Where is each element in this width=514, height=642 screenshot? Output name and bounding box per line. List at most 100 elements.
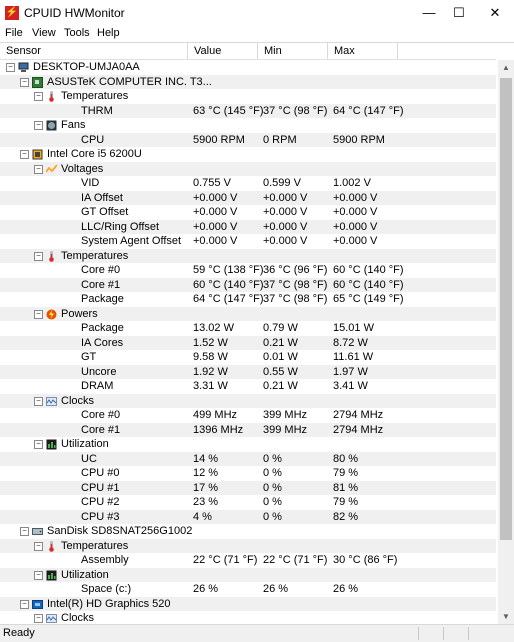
sensor-row[interactable]: Package 13.02 W 0.79 W 15.01 W [0,321,496,336]
collapse-toggle-icon[interactable]: − [6,63,15,72]
tree-node-row[interactable]: − Utilization [0,437,496,452]
collapse-toggle-icon[interactable]: − [20,599,29,609]
sensor-row[interactable]: Package 64 °C (147 °F) 37 °C (98 °F) 65 °C … [0,292,496,307]
sensor-row[interactable]: CPU 5900 RPM 0 RPM 5900 RPM [0,132,496,147]
min-cell: 0.01 W [263,351,298,363]
column-value[interactable]: Value [188,43,258,59]
utilization-icon [46,439,57,450]
tree-node-row[interactable]: − Temperatures [0,89,496,104]
tree-node-row[interactable]: − ASUSTeK COMPUTER INC. T3... [0,74,496,89]
collapse-toggle-icon[interactable]: − [34,570,43,580]
sensor-label: Core #0 [81,409,121,421]
sensor-label: GT Offset [81,206,129,218]
min-cell: 0 RPM [263,133,297,146]
tree-node-row[interactable]: − DESKTOP-UMJA0AA [0,60,496,75]
menu-tools[interactable]: Tools [64,27,90,39]
collapse-toggle-icon[interactable]: − [34,541,43,551]
sensor-row[interactable]: Uncore 1.92 W 0.55 W 1.97 W [0,364,496,379]
max-cell: 3.41 W [333,380,368,392]
sensor-row[interactable]: THRM 63 °C (145 °F) 37 °C (98 °F) 64 °C (14… [0,103,496,118]
maximize-button[interactable]: ☐ [442,0,476,26]
collapse-toggle-icon[interactable]: − [34,92,43,101]
tree-node-row[interactable]: − Fans [0,118,496,133]
sensor-row[interactable]: System Agent Offset +0.000 V +0.000 V +0.00… [0,234,496,249]
max-cell: 60 °C (140 °F) [333,278,404,291]
tree-node-row[interactable]: − Temperatures [0,248,496,263]
sensor-label: VID [81,177,100,189]
tree-node-row[interactable]: − Powers [0,306,496,321]
sensor-label: Package [81,322,124,334]
scroll-up-icon[interactable]: ▲ [498,60,514,76]
min-cell: 399 MHz [263,423,308,436]
column-min[interactable]: Min [258,43,328,59]
collapse-toggle-icon[interactable]: − [34,440,43,449]
collapse-toggle-icon[interactable]: − [34,164,43,174]
sensor-row[interactable]: GT 9.58 W 0.01 W 11.61 W [0,350,496,365]
value-cell: 1396 MHz [193,423,244,436]
column-header: Sensor Value Min Max [0,43,496,60]
sensor-label: UC [81,452,97,465]
max-cell: 65 °C (149 °F) [333,293,404,305]
sensor-row[interactable]: Assembly 22 °C (71 °F) 22 °C (71 °F) 30 °C … [0,553,496,568]
sensor-label: GT [81,351,97,363]
sensor-row[interactable]: Core #1 1396 MHz 399 MHz 2794 MHz [0,422,496,437]
close-button[interactable]: ✕ [478,0,512,26]
sensor-row[interactable]: LLC/Ring Offset +0.000 V +0.000 V +0.000 V [0,219,496,234]
sensor-row[interactable]: Core #0 499 MHz 399 MHz 2794 MHz [0,408,496,423]
sensor-label: CPU [81,133,105,146]
sensor-row[interactable]: CPU #0 12 % 0 % 79 % [0,466,496,481]
sensor-row[interactable]: CPU #3 4 % 0 % 82 % [0,509,496,524]
collapse-toggle-icon[interactable]: − [34,121,43,130]
collapse-toggle-icon[interactable]: − [34,251,43,261]
sensor-row[interactable]: GT Offset +0.000 V +0.000 V +0.000 V [0,205,496,220]
value-cell: 0.755 V [193,177,231,189]
value-cell: 13.02 W [193,322,234,334]
sensor-row[interactable]: CPU #1 17 % 0 % 81 % [0,480,496,495]
max-cell: 5900 RPM [333,133,385,146]
tree-node-row[interactable]: − Intel(R) HD Graphics 520 [0,596,496,611]
sensor-row[interactable]: UC 14 % 0 % 80 % [0,451,496,466]
menu-file[interactable]: File [5,27,23,39]
tree-node-row[interactable]: − Clocks [0,611,496,625]
scroll-thumb[interactable] [500,78,512,540]
tree-node-row[interactable]: − Voltages [0,161,496,176]
motherboard-icon [32,76,43,88]
sensor-row[interactable]: CPU #2 23 % 0 % 79 % [0,495,496,510]
collapse-toggle-icon[interactable]: − [20,527,29,536]
sensor-row[interactable]: VID 0.755 V 0.599 V 1.002 V [0,176,496,191]
sensor-row[interactable]: Core #0 59 °C (138 °F) 36 °C (96 °F) 60 °C … [0,263,496,278]
value-cell: 1.92 W [193,365,228,378]
sensor-row[interactable]: DRAM 3.31 W 0.21 W 3.41 W [0,379,496,394]
tree-node-row[interactable]: − Intel Core i5 6200U [0,147,496,162]
collapse-toggle-icon[interactable]: − [34,396,43,406]
sensor-row[interactable]: Core #1 60 °C (140 °F) 37 °C (98 °F) 60 °C … [0,277,496,292]
menu-help[interactable]: Help [97,27,120,39]
collapse-toggle-icon[interactable]: − [20,150,29,159]
sensor-tree-grid[interactable]: Sensor Value Min Max − DESKTOP-UMJA0AA − AS… [0,42,514,625]
value-cell: 23 % [193,496,219,508]
min-cell: +0.000 V [263,235,308,247]
menu-view[interactable]: View [32,27,56,39]
column-sensor[interactable]: Sensor [0,43,188,59]
max-cell: 1.002 V [333,177,371,189]
collapse-toggle-icon[interactable]: − [20,77,29,87]
minimize-button[interactable]: — [412,0,446,26]
collapse-toggle-icon[interactable]: − [34,309,43,319]
tree-node-row[interactable]: − Temperatures [0,538,496,553]
collapse-toggle-icon[interactable]: − [34,614,43,623]
column-max[interactable]: Max [328,43,398,59]
sensor-row[interactable]: IA Offset +0.000 V +0.000 V +0.000 V [0,190,496,205]
sensor-row[interactable]: Space (c:) 26 % 26 % 26 % [0,582,496,597]
vertical-scrollbar[interactable]: ▲ ▼ [498,60,514,625]
value-cell: 64 °C (147 °F) [193,293,264,305]
sensor-label: DESKTOP-UMJA0AA [33,61,140,73]
sensor-label: Temperatures [61,249,129,262]
tree-node-row[interactable]: − SanDisk SD8SNAT256G1002 [0,524,496,539]
sensor-row[interactable]: IA Cores 1.52 W 0.21 W 8.72 W [0,335,496,350]
tree-node-row[interactable]: − Utilization [0,567,496,582]
scroll-down-icon[interactable]: ▼ [498,609,514,625]
sensor-label: DRAM [81,380,114,392]
sensor-label: Package [81,293,124,305]
min-cell: 26 % [263,583,289,595]
tree-node-row[interactable]: − Clocks [0,393,496,408]
